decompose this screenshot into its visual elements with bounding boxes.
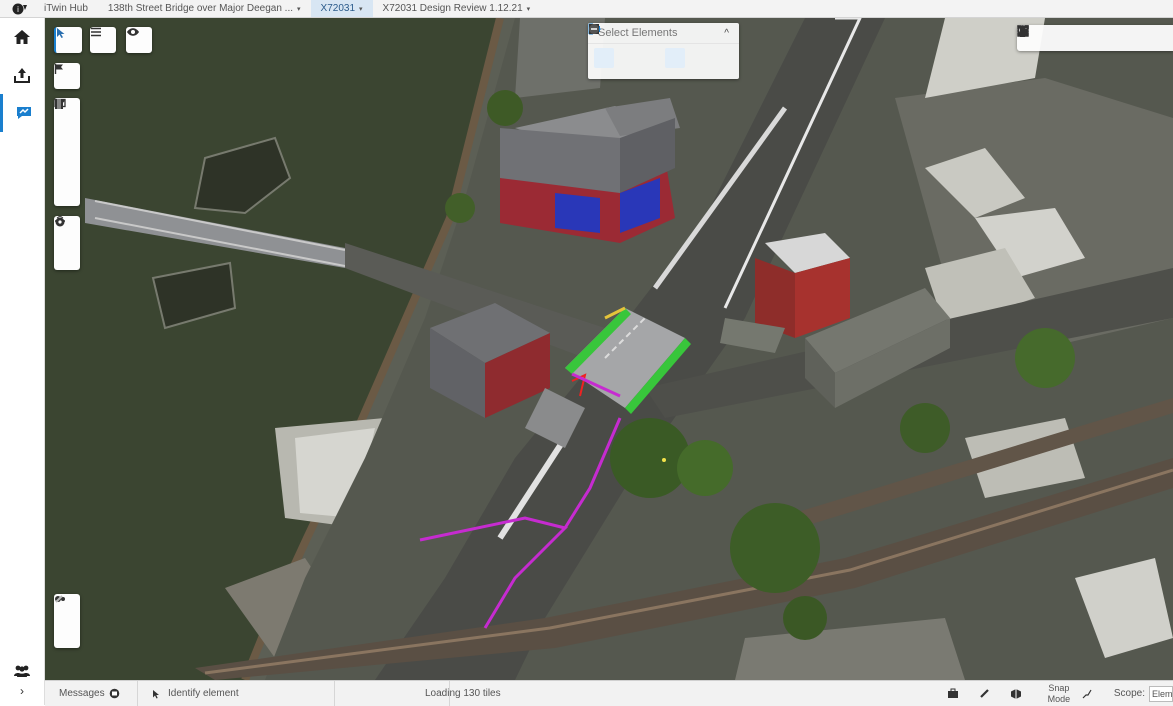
aerial-map-imagery [45,18,1173,680]
visibility-button[interactable] [126,27,152,53]
section-tool-button[interactable] [54,99,80,179]
select-tool-button[interactable] [54,27,82,53]
edit-tool-button[interactable] [54,595,80,648]
identify-element-section: Identify element [138,681,335,706]
navigation-toolbar [1017,25,1173,51]
identify-element-label: Identify element [168,688,239,699]
cube-icon [1017,25,1029,37]
expand-rail-button[interactable]: › [0,680,44,702]
cube-icon[interactable] [1010,688,1022,700]
view-cube-button[interactable] [1017,25,1173,51]
cursor-icon [153,689,159,698]
upload-button[interactable] [0,56,44,94]
pan-button[interactable] [1019,25,1069,51]
scope-label: Scope: [1113,688,1145,699]
breadcrumb-project[interactable]: 138th Street Bridge over Major Deegan ..… [98,0,311,17]
measure-area-button[interactable] [54,98,80,152]
add-selection-button[interactable] [589,24,709,68]
camera-icon [55,217,65,227]
chevron-right-icon: › [20,684,24,698]
flag-icon [54,64,63,74]
left-nav-rail: › [0,18,45,705]
svg-text:i: i [17,5,19,14]
itwin-logo-icon[interactable]: i [0,0,40,17]
briefcase-icon[interactable] [947,688,959,699]
zoom-button[interactable] [1017,25,1121,51]
collapse-button[interactable]: ^ [724,28,729,39]
pencil-icon[interactable] [979,688,990,699]
issues-icon [16,107,31,119]
flag-button[interactable] [54,63,80,89]
breadcrumb-project-label: 138th Street Bridge over Major Deegan ..… [107,3,294,14]
issues-button[interactable] [0,94,44,132]
app-name-link[interactable]: iTwin Hub [40,0,98,17]
measure-tool-group [54,98,80,206]
window-area-button[interactable] [1017,25,1147,51]
select-line-button[interactable] [589,24,638,68]
map-viewport[interactable]: Select Elements ^ [45,18,1173,680]
select-element-mode-button[interactable] [588,23,686,68]
view-fit-section: Loading 130 tiles [335,681,501,706]
breadcrumb-version-label: X72031 Design Review 1.12.21 [382,3,523,14]
bottom-tool-group [54,594,80,648]
breadcrumb-imodel-label: X72031 [320,3,356,14]
fit-view-button[interactable] [1017,25,1095,51]
minus-circle-icon [589,24,599,34]
pencil-disabled-icon [55,595,63,603]
breadcrumb-version[interactable]: X72031 Design Review 1.12.21 ▾ [373,0,541,17]
hamburger-menu-icon [91,27,101,37]
select-box-button[interactable] [589,24,662,68]
camera-tool-button[interactable] [54,217,80,270]
snap-mode-label: Snap Mode [1047,682,1071,704]
chevron-down-icon: ▾ [359,5,363,13]
clip-icon [55,99,63,109]
top-bar: i iTwin Hub 138th Street Bridge over Maj… [0,0,1173,18]
remove-selection-button[interactable] [589,24,733,68]
select-elements-panel: Select Elements ^ [588,23,739,79]
home-icon [14,30,30,44]
scope-select[interactable]: Elem [1149,685,1173,702]
status-bar: Messages Identify element Loading 130 ti… [45,680,1173,706]
message-bubble-icon [109,688,119,699]
breadcrumb-imodel[interactable]: X72031 ▾ [310,0,373,17]
cursor-icon [57,28,65,38]
menu-button[interactable] [90,27,116,53]
messages-button[interactable]: Messages [45,681,138,706]
snap-icon[interactable] [1082,689,1092,699]
app-name: iTwin Hub [44,3,88,14]
view-tool-group [54,216,80,270]
chevron-down-icon: ▾ [526,5,531,13]
eye-icon [127,28,139,36]
clip-tool-button[interactable] [54,99,80,206]
home-button[interactable] [0,18,44,56]
people-icon [14,665,30,677]
chevron-down-icon: ▾ [297,5,301,13]
loading-status: Loading 130 tiles [425,688,501,699]
messages-label: Messages [59,688,105,699]
status-tools: Snap Mode Scope: Elem [947,681,1173,706]
select-elements-title: Select Elements [598,27,678,39]
upload-icon [14,68,30,83]
select-point-button[interactable] [589,23,614,68]
